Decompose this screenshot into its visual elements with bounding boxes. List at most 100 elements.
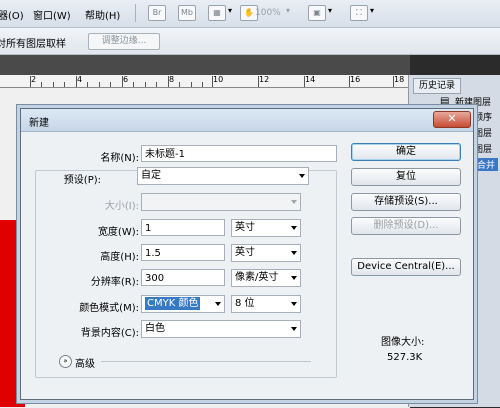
background-select[interactable]: 白色 <box>141 320 301 338</box>
chevron-down-icon <box>291 327 297 331</box>
chevron-down-icon <box>291 226 297 230</box>
chevron-down-icon[interactable]: ▾ <box>286 6 290 15</box>
menu-window[interactable]: 窗口(W) <box>33 7 71 22</box>
ruler-tick <box>53 82 54 87</box>
name-label: 名称(N): <box>100 153 139 164</box>
ruler-tick <box>145 82 146 87</box>
new-document-dialog: 新建 ✕ 名称(N): 未标题-1 预设(P): 自定 大小(I): 宽度(W)… <box>20 108 474 400</box>
chevron-down-icon[interactable]: ▾ <box>328 6 332 15</box>
ruler-tick <box>99 82 100 87</box>
sample-all-layers-label[interactable]: 对所有图层取样 <box>0 35 66 50</box>
menu-bar: 器(O) 窗口(W) 帮助(H) Br Mb ▦ ▾ ✋ 100% ▾ ▣ ▾ … <box>0 0 500 28</box>
ruler-tick <box>64 82 65 87</box>
ruler-tick <box>87 82 88 87</box>
width-unit-select[interactable]: 英寸 <box>231 219 301 237</box>
ruler-tick <box>202 82 203 87</box>
history-item[interactable]: 顺序 <box>474 110 492 123</box>
height-input[interactable]: 1.5 <box>141 244 225 261</box>
preset-select[interactable]: 自定 <box>137 167 309 185</box>
color-mode-value: CMYK 颜色 <box>145 297 201 310</box>
ruler-label: 10 <box>213 75 224 84</box>
ruler-tick <box>212 76 213 87</box>
color-mode-select[interactable]: CMYK 颜色 <box>141 295 225 313</box>
delete-preset-button[interactable]: 删除预设(D)... <box>351 217 461 235</box>
ok-button[interactable]: 确定 <box>351 143 461 161</box>
zoom-level[interactable]: 100% <box>255 8 281 18</box>
ruler-label: 16 <box>350 75 361 84</box>
advanced-label[interactable]: 高级 <box>75 355 95 370</box>
ruler-label: 4 <box>77 75 83 84</box>
background-label: 背景内容(C): <box>80 328 139 339</box>
preset-label: 预设(P): <box>37 171 103 186</box>
ruler-tick <box>349 76 350 87</box>
ruler-label: 6 <box>123 75 129 84</box>
ruler-tick <box>110 82 111 87</box>
ruler-tick <box>179 82 180 87</box>
expand-icon[interactable]: » <box>59 355 72 368</box>
close-icon[interactable]: ✕ <box>433 111 471 128</box>
bridge-icon[interactable]: Br <box>148 5 166 21</box>
chevron-down-icon <box>291 251 297 255</box>
save-preset-button[interactable]: 存储预设(S)... <box>351 193 461 211</box>
history-item[interactable]: 图层 <box>474 126 492 139</box>
ruler-tick <box>156 82 157 87</box>
refine-edge-button[interactable]: 调整边缘... <box>88 33 160 50</box>
ruler-label: 18 <box>394 75 405 84</box>
chevron-down-icon[interactable]: ▾ <box>370 6 374 15</box>
chevron-down-icon <box>291 276 297 280</box>
divider <box>101 361 311 362</box>
ruler-tick <box>30 76 31 87</box>
preset-value: 自定 <box>141 170 161 181</box>
ruler-tick <box>168 76 169 87</box>
history-item[interactable]: 新建图层 <box>455 95 491 108</box>
ruler-tick <box>393 76 394 87</box>
horizontal-ruler: 2 4 6 8 10 12 14 16 18 <box>0 75 410 88</box>
width-input[interactable]: 1 <box>141 219 225 236</box>
ruler-tick <box>122 76 123 87</box>
chevron-down-icon <box>215 302 221 306</box>
view-extras-icon[interactable]: ▦ <box>208 5 226 21</box>
ruler-label: 2 <box>31 75 37 84</box>
background-value: 白色 <box>145 323 165 334</box>
bit-depth-value: 8 位 <box>235 298 255 309</box>
size-label: 大小(I): <box>104 201 139 212</box>
height-unit-select[interactable]: 英寸 <box>231 244 301 262</box>
dialog-titlebar[interactable]: 新建 ✕ <box>21 109 473 132</box>
history-item[interactable]: 图层 <box>474 142 492 155</box>
device-central-button[interactable]: Device Central(E)... <box>351 258 461 276</box>
resolution-label: 分辨率(R): <box>90 277 139 288</box>
height-label: 高度(H): <box>100 252 139 263</box>
width-unit-value: 英寸 <box>235 222 255 233</box>
menu-help[interactable]: 帮助(H) <box>85 7 120 22</box>
resolution-input[interactable]: 300 <box>141 269 225 286</box>
options-bar: 对所有图层取样 调整边缘... <box>0 28 500 55</box>
height-unit-value: 英寸 <box>235 247 255 258</box>
chevron-down-icon <box>299 174 305 178</box>
history-state-icon: ▤ <box>440 96 450 107</box>
dialog-title: 新建 <box>29 118 49 129</box>
ruler-tick <box>41 82 42 87</box>
arrange-documents-icon[interactable]: ▣ <box>308 5 326 21</box>
menu-divider <box>135 4 136 22</box>
tab-history[interactable]: 历史记录 <box>413 78 461 94</box>
ruler-tick <box>76 76 77 87</box>
size-select[interactable] <box>141 193 301 211</box>
bit-depth-select[interactable]: 8 位 <box>231 295 301 313</box>
ruler-tick <box>258 76 259 87</box>
name-input[interactable]: 未标题-1 <box>141 145 337 162</box>
resolution-unit-value: 像素/英寸 <box>235 272 279 283</box>
ruler-tick <box>304 76 305 87</box>
resolution-unit-select[interactable]: 像素/英寸 <box>231 269 301 287</box>
image-size-label: 图像大小: <box>381 337 425 348</box>
ruler-label: 14 <box>305 75 316 84</box>
color-mode-label: 颜色模式(M): <box>79 303 139 314</box>
history-item-selected[interactable]: 合并 <box>474 158 499 171</box>
menu-filter[interactable]: 器(O) <box>0 7 24 22</box>
chevron-down-icon[interactable]: ▾ <box>228 6 232 15</box>
width-label: 宽度(W): <box>97 227 139 238</box>
screen-mode-icon[interactable]: ⛶ <box>350 5 368 21</box>
ruler-label: 12 <box>259 75 270 84</box>
reset-button[interactable]: 复位 <box>351 168 461 186</box>
minibridge-icon[interactable]: Mb <box>178 5 196 21</box>
chevron-down-icon <box>291 200 297 204</box>
